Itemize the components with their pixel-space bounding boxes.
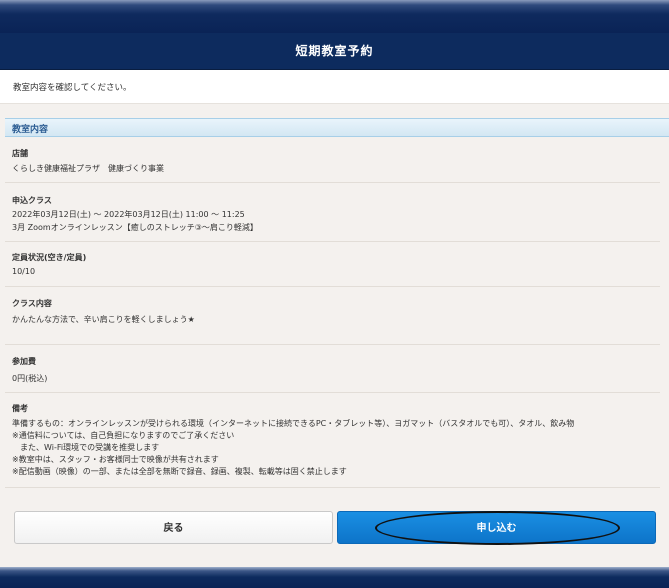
section-header: 教室内容 — [5, 118, 669, 137]
capacity-label: 定員状況(空き/定員) — [12, 253, 87, 262]
bottom-banner — [0, 567, 669, 588]
class-name: 3月 Zoomオンラインレッスン【癒しのストレッチ③～肩こり軽減】 — [12, 223, 258, 232]
intro-panel: 教室内容を確認してください。 — [0, 70, 669, 104]
back-button[interactable]: 戻る — [14, 511, 333, 544]
divider — [5, 344, 660, 345]
content-label: クラス内容 — [12, 299, 52, 308]
divider — [5, 392, 660, 393]
store-value: くらしき健康福祉プラザ 健康づくり事業 — [12, 164, 164, 173]
page-header: 短期教室予約 — [0, 33, 669, 70]
divider — [5, 286, 660, 287]
notes-line: また、Wi-Fi環境での受講を推奨します — [12, 443, 160, 452]
notes-line: 準備するもの：オンラインレッスンが受けられる環境（インターネットに接続できるPC… — [12, 419, 575, 428]
content-value: かんたんな方法で、辛い肩こりを軽くしましょう★ — [12, 315, 195, 324]
fee-label: 参加費 — [12, 357, 36, 366]
notes-line: ※配信動画（映像）の一部、または全部を無断で録音、録画、複製、転載等は固く禁止し… — [12, 467, 347, 476]
store-label: 店舗 — [12, 149, 28, 158]
divider — [5, 241, 660, 242]
class-date: 2022年03月12日(土) ～ 2022年03月12日(土) 11:00 ～ … — [12, 210, 245, 219]
notes-line: ※教室中は、スタッフ・お客様同士で映像が共有されます — [12, 455, 219, 464]
apply-button[interactable]: 申し込む — [337, 511, 656, 544]
class-label: 申込クラス — [12, 196, 52, 205]
notes-line: ※通信料については、自己負担になりますのでご了承ください — [12, 431, 235, 440]
intro-text: 教室内容を確認してください。 — [13, 83, 132, 93]
top-banner — [0, 0, 669, 33]
section-title: 教室内容 — [12, 125, 49, 135]
divider — [5, 182, 660, 183]
fee-value: 0円(税込) — [12, 374, 48, 383]
page-title: 短期教室予約 — [295, 44, 374, 58]
capacity-value: 10/10 — [12, 267, 36, 276]
divider — [5, 487, 660, 488]
notes-label: 備考 — [12, 404, 28, 413]
